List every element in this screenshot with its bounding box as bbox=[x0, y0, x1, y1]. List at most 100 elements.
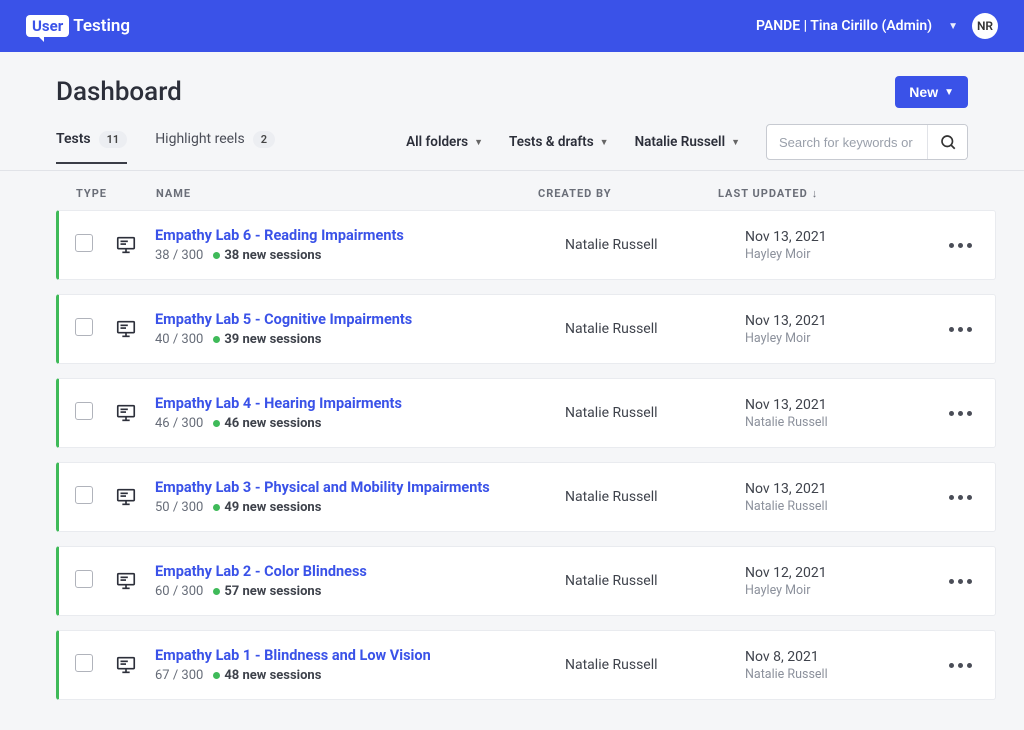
row-actions-button[interactable] bbox=[935, 495, 985, 500]
test-title-link[interactable]: Empathy Lab 2 - Color Blindness bbox=[155, 563, 367, 580]
table-row[interactable]: Empathy Lab 2 - Color Blindness 60 / 300 5… bbox=[56, 546, 996, 616]
search-button[interactable] bbox=[927, 125, 967, 159]
row-checkbox[interactable] bbox=[75, 402, 93, 420]
user-menu[interactable]: PANDE | Tina Cirillo (Admin) ▼ NR bbox=[756, 13, 998, 39]
new-button-label: New bbox=[909, 84, 938, 100]
progress-text: 67 / 300 bbox=[155, 668, 203, 683]
last-updated: Nov 13, 2021Natalie Russell bbox=[745, 481, 935, 514]
table-row[interactable]: Empathy Lab 5 - Cognitive Impairments 40 … bbox=[56, 294, 996, 364]
tab-tests-label: Tests bbox=[56, 131, 91, 147]
desktop-icon bbox=[115, 318, 155, 340]
row-actions-button[interactable] bbox=[935, 327, 985, 332]
sessions-text: 46 new sessions bbox=[213, 416, 321, 431]
row-checkbox[interactable] bbox=[75, 570, 93, 588]
page-head: Dashboard New ▼ bbox=[0, 52, 1024, 108]
filter-folders[interactable]: All folders ▼ bbox=[406, 134, 483, 150]
filter-folders-label: All folders bbox=[406, 134, 468, 150]
search-icon bbox=[939, 133, 957, 151]
status-dot-icon bbox=[213, 588, 220, 595]
progress-text: 60 / 300 bbox=[155, 584, 203, 599]
progress-text: 38 / 300 bbox=[155, 248, 203, 263]
table-row[interactable]: Empathy Lab 1 - Blindness and Low Vision… bbox=[56, 630, 996, 700]
test-title-link[interactable]: Empathy Lab 5 - Cognitive Impairments bbox=[155, 311, 412, 328]
row-actions-button[interactable] bbox=[935, 579, 985, 584]
logo-badge: User bbox=[26, 15, 69, 37]
chevron-down-icon: ▼ bbox=[944, 87, 954, 98]
test-title-link[interactable]: Empathy Lab 3 - Physical and Mobility Im… bbox=[155, 479, 490, 496]
topbar: User Testing PANDE | Tina Cirillo (Admin… bbox=[0, 0, 1024, 52]
last-updated: Nov 13, 2021Hayley Moir bbox=[745, 229, 935, 262]
col-created-by: CREATED BY bbox=[538, 187, 718, 200]
last-updated: Nov 13, 2021Natalie Russell bbox=[745, 397, 935, 430]
table-row[interactable]: Empathy Lab 3 - Physical and Mobility Im… bbox=[56, 462, 996, 532]
search-input[interactable] bbox=[767, 135, 927, 150]
sessions-text: 39 new sessions bbox=[213, 332, 321, 347]
progress-text: 40 / 300 bbox=[155, 332, 203, 347]
test-title-link[interactable]: Empathy Lab 1 - Blindness and Low Vision bbox=[155, 647, 431, 664]
tab-tests[interactable]: Tests 11 bbox=[56, 131, 127, 164]
chevron-down-icon: ▼ bbox=[731, 137, 740, 148]
row-checkbox[interactable] bbox=[75, 486, 93, 504]
tab-reels-label: Highlight reels bbox=[155, 131, 245, 147]
chevron-down-icon: ▼ bbox=[948, 21, 958, 32]
sessions-text: 38 new sessions bbox=[213, 248, 321, 263]
page-title: Dashboard bbox=[56, 77, 182, 107]
row-actions-button[interactable] bbox=[935, 243, 985, 248]
col-name: NAME bbox=[156, 187, 538, 200]
col-type: TYPE bbox=[76, 187, 156, 200]
search bbox=[766, 124, 968, 160]
created-by: Natalie Russell bbox=[565, 321, 745, 337]
status-dot-icon bbox=[213, 420, 220, 427]
sort-desc-icon: ↓ bbox=[812, 187, 819, 200]
desktop-icon bbox=[115, 234, 155, 256]
created-by: Natalie Russell bbox=[565, 405, 745, 421]
chevron-down-icon: ▼ bbox=[474, 137, 483, 148]
filter-status[interactable]: Tests & drafts ▼ bbox=[509, 134, 609, 150]
tests-list: Empathy Lab 6 - Reading Impairments 38 / … bbox=[0, 210, 1024, 730]
status-dot-icon bbox=[213, 504, 220, 511]
sessions-text: 49 new sessions bbox=[213, 500, 321, 515]
tab-tests-count: 11 bbox=[99, 131, 128, 148]
desktop-icon bbox=[115, 654, 155, 676]
table-row[interactable]: Empathy Lab 6 - Reading Impairments 38 / … bbox=[56, 210, 996, 280]
new-button[interactable]: New ▼ bbox=[895, 76, 968, 108]
progress-text: 46 / 300 bbox=[155, 416, 203, 431]
row-checkbox[interactable] bbox=[75, 234, 93, 252]
chevron-down-icon: ▼ bbox=[600, 137, 609, 148]
tab-reels-count: 2 bbox=[253, 131, 275, 148]
filter-status-label: Tests & drafts bbox=[509, 134, 594, 150]
row-checkbox[interactable] bbox=[75, 654, 93, 672]
progress-text: 50 / 300 bbox=[155, 500, 203, 515]
filter-owner[interactable]: Natalie Russell ▼ bbox=[635, 134, 740, 150]
filter-owner-label: Natalie Russell bbox=[635, 134, 726, 150]
row-actions-button[interactable] bbox=[935, 411, 985, 416]
row-checkbox[interactable] bbox=[75, 318, 93, 336]
sessions-text: 48 new sessions bbox=[213, 668, 321, 683]
logo-text: Testing bbox=[73, 16, 130, 36]
tabs: Tests 11 Highlight reels 2 bbox=[56, 131, 275, 164]
filters: All folders ▼ Tests & drafts ▼ Natalie R… bbox=[406, 124, 968, 160]
created-by: Natalie Russell bbox=[565, 237, 745, 253]
created-by: Natalie Russell bbox=[565, 489, 745, 505]
status-dot-icon bbox=[213, 672, 220, 679]
logo[interactable]: User Testing bbox=[26, 15, 130, 37]
controls-bar: Tests 11 Highlight reels 2 All folders ▼… bbox=[0, 108, 1024, 171]
row-actions-button[interactable] bbox=[935, 663, 985, 668]
test-title-link[interactable]: Empathy Lab 6 - Reading Impairments bbox=[155, 227, 404, 244]
desktop-icon bbox=[115, 486, 155, 508]
desktop-icon bbox=[115, 402, 155, 424]
status-dot-icon bbox=[213, 336, 220, 343]
sessions-text: 57 new sessions bbox=[213, 584, 321, 599]
status-dot-icon bbox=[213, 252, 220, 259]
created-by: Natalie Russell bbox=[565, 573, 745, 589]
last-updated: Nov 8, 2021Natalie Russell bbox=[745, 649, 935, 682]
last-updated: Nov 13, 2021Hayley Moir bbox=[745, 313, 935, 346]
table-row[interactable]: Empathy Lab 4 - Hearing Impairments 46 / … bbox=[56, 378, 996, 448]
tab-highlight-reels[interactable]: Highlight reels 2 bbox=[155, 131, 275, 164]
avatar[interactable]: NR bbox=[972, 13, 998, 39]
created-by: Natalie Russell bbox=[565, 657, 745, 673]
account-label: PANDE | Tina Cirillo (Admin) bbox=[756, 18, 932, 34]
test-title-link[interactable]: Empathy Lab 4 - Hearing Impairments bbox=[155, 395, 402, 412]
desktop-icon bbox=[115, 570, 155, 592]
col-last-updated[interactable]: LAST UPDATED↓ bbox=[718, 187, 908, 200]
